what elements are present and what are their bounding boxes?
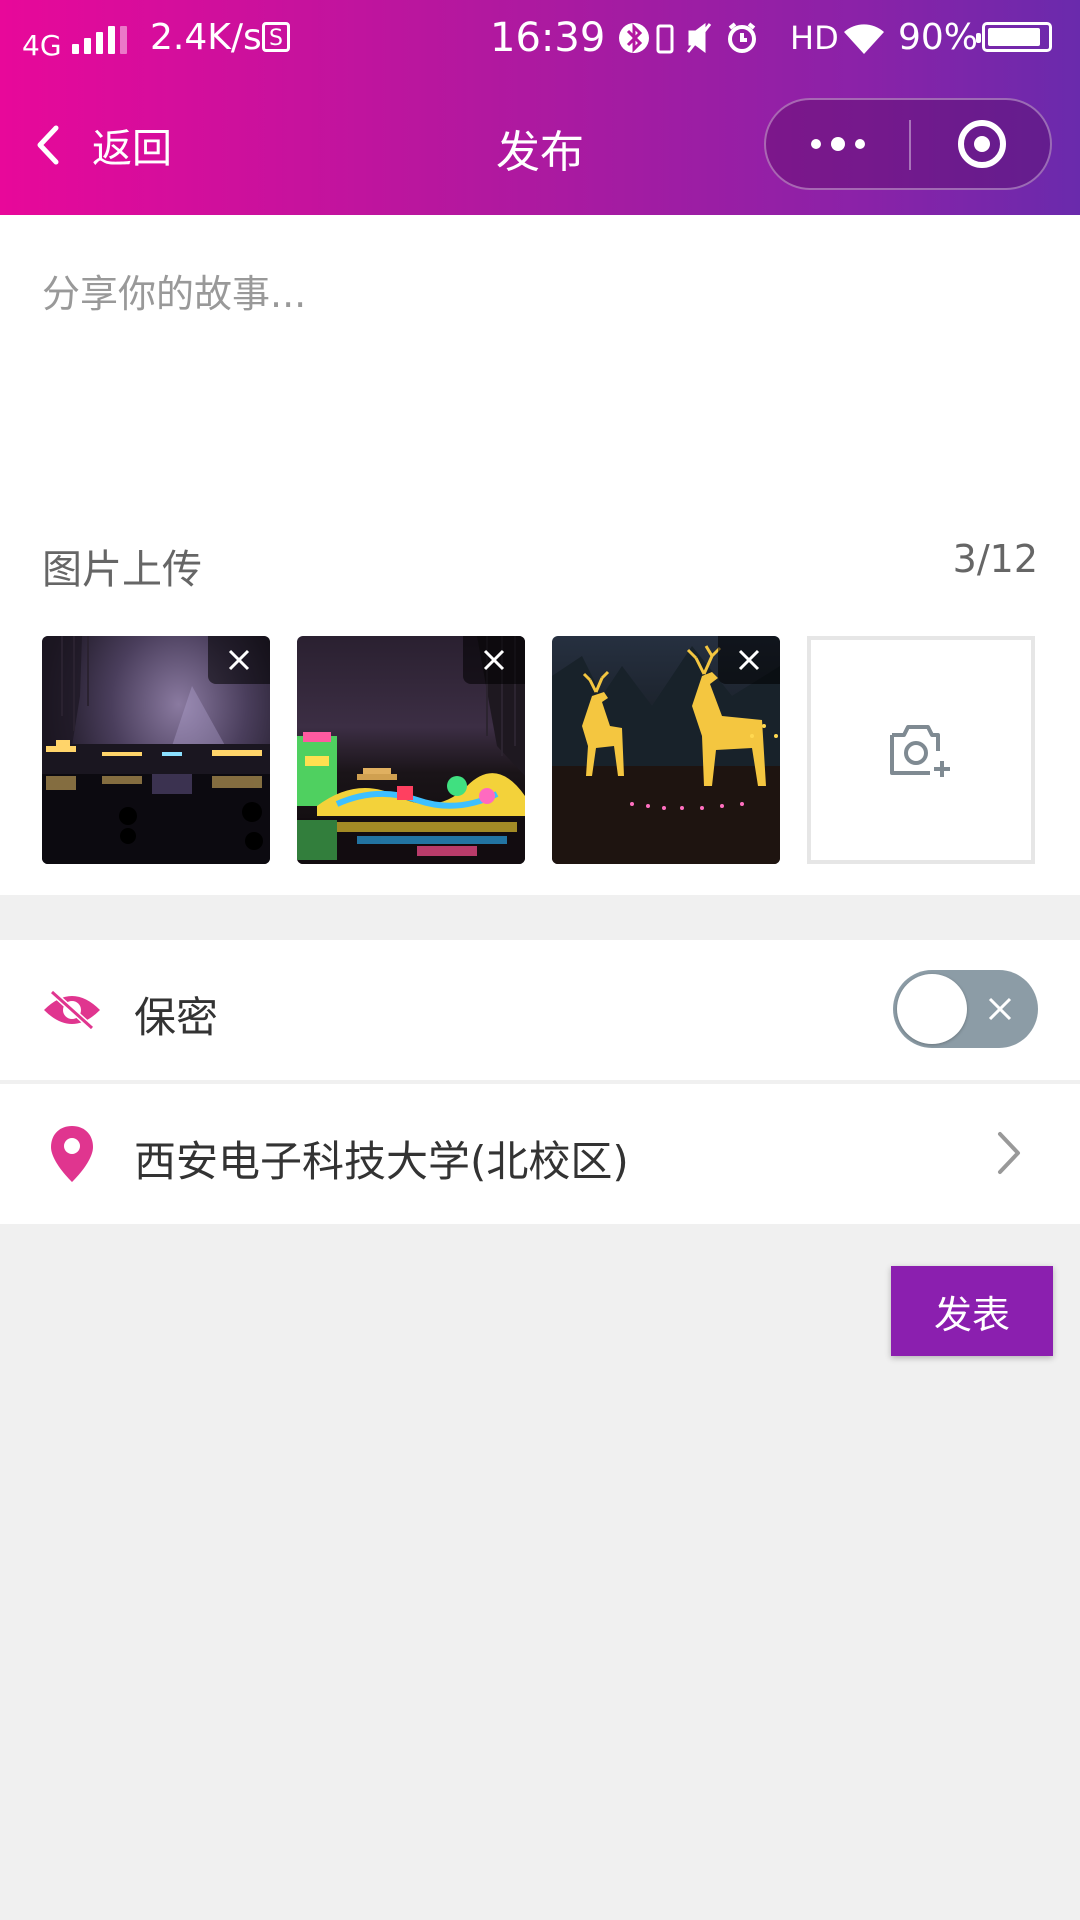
remove-image-button[interactable] <box>718 636 780 684</box>
clock: 16:39 <box>490 15 606 61</box>
location-label: 西安电子科技大学(北校区) <box>134 1137 629 1186</box>
status-bar: 4G 2.4K/s S 16:39 HD 90% <box>0 0 1080 76</box>
more-button[interactable] <box>766 100 909 188</box>
privacy-toggle[interactable] <box>893 970 1038 1048</box>
alarm-icon <box>728 22 756 53</box>
privacy-row: 保密 <box>0 940 1080 1080</box>
hd-indicator: HD <box>790 19 839 57</box>
network-speed: 2.4K/s <box>150 17 262 58</box>
battery-percent: 90% <box>898 17 979 58</box>
upload-count: 3/12 <box>952 537 1038 581</box>
close-icon <box>228 649 250 671</box>
signal-icon <box>72 24 128 54</box>
location-pin-icon <box>42 1124 102 1184</box>
network-type: 4G <box>22 29 62 62</box>
nav-bar: 返回 发布 <box>0 90 1080 200</box>
eye-off-icon <box>42 980 102 1040</box>
add-photo-button[interactable] <box>807 636 1035 864</box>
remove-image-button[interactable] <box>463 636 525 684</box>
more-dot-icon <box>810 139 821 149</box>
bluetooth-icon <box>619 23 649 53</box>
close-mini-program-button[interactable] <box>911 100 1052 188</box>
remove-image-button[interactable] <box>208 636 270 684</box>
more-dot-icon <box>854 139 865 149</box>
app-header: 4G 2.4K/s S 16:39 HD 90% 返回 发布 <box>0 0 1080 215</box>
more-dot-icon <box>830 137 845 151</box>
battery-icon <box>976 22 1052 52</box>
status-icons <box>619 22 756 54</box>
target-icon <box>957 120 1006 168</box>
close-icon <box>483 649 505 671</box>
story-input[interactable]: 分享你的故事... <box>42 263 306 318</box>
uploaded-image-3[interactable] <box>552 636 780 864</box>
privacy-label: 保密 <box>134 993 219 1042</box>
toggle-knob <box>897 974 967 1044</box>
location-row[interactable]: 西安电子科技大学(北校区) <box>0 1084 1080 1224</box>
mute-icon <box>686 23 712 53</box>
close-icon <box>988 997 1012 1021</box>
battery-small-icon <box>656 24 674 54</box>
publish-button[interactable]: 发表 <box>891 1266 1053 1356</box>
camera-add-icon <box>890 725 950 777</box>
close-icon <box>738 649 760 671</box>
wifi-icon <box>844 24 884 54</box>
uploaded-image-2[interactable] <box>297 636 525 864</box>
sim-icon: S <box>262 22 290 52</box>
mini-program-capsule <box>764 98 1052 190</box>
compose-card: 分享你的故事... 图片上传 3/12 <box>0 215 1080 895</box>
uploaded-image-1[interactable] <box>42 636 270 864</box>
chevron-right-icon <box>998 1132 1020 1174</box>
upload-section-title: 图片上传 <box>42 547 202 593</box>
